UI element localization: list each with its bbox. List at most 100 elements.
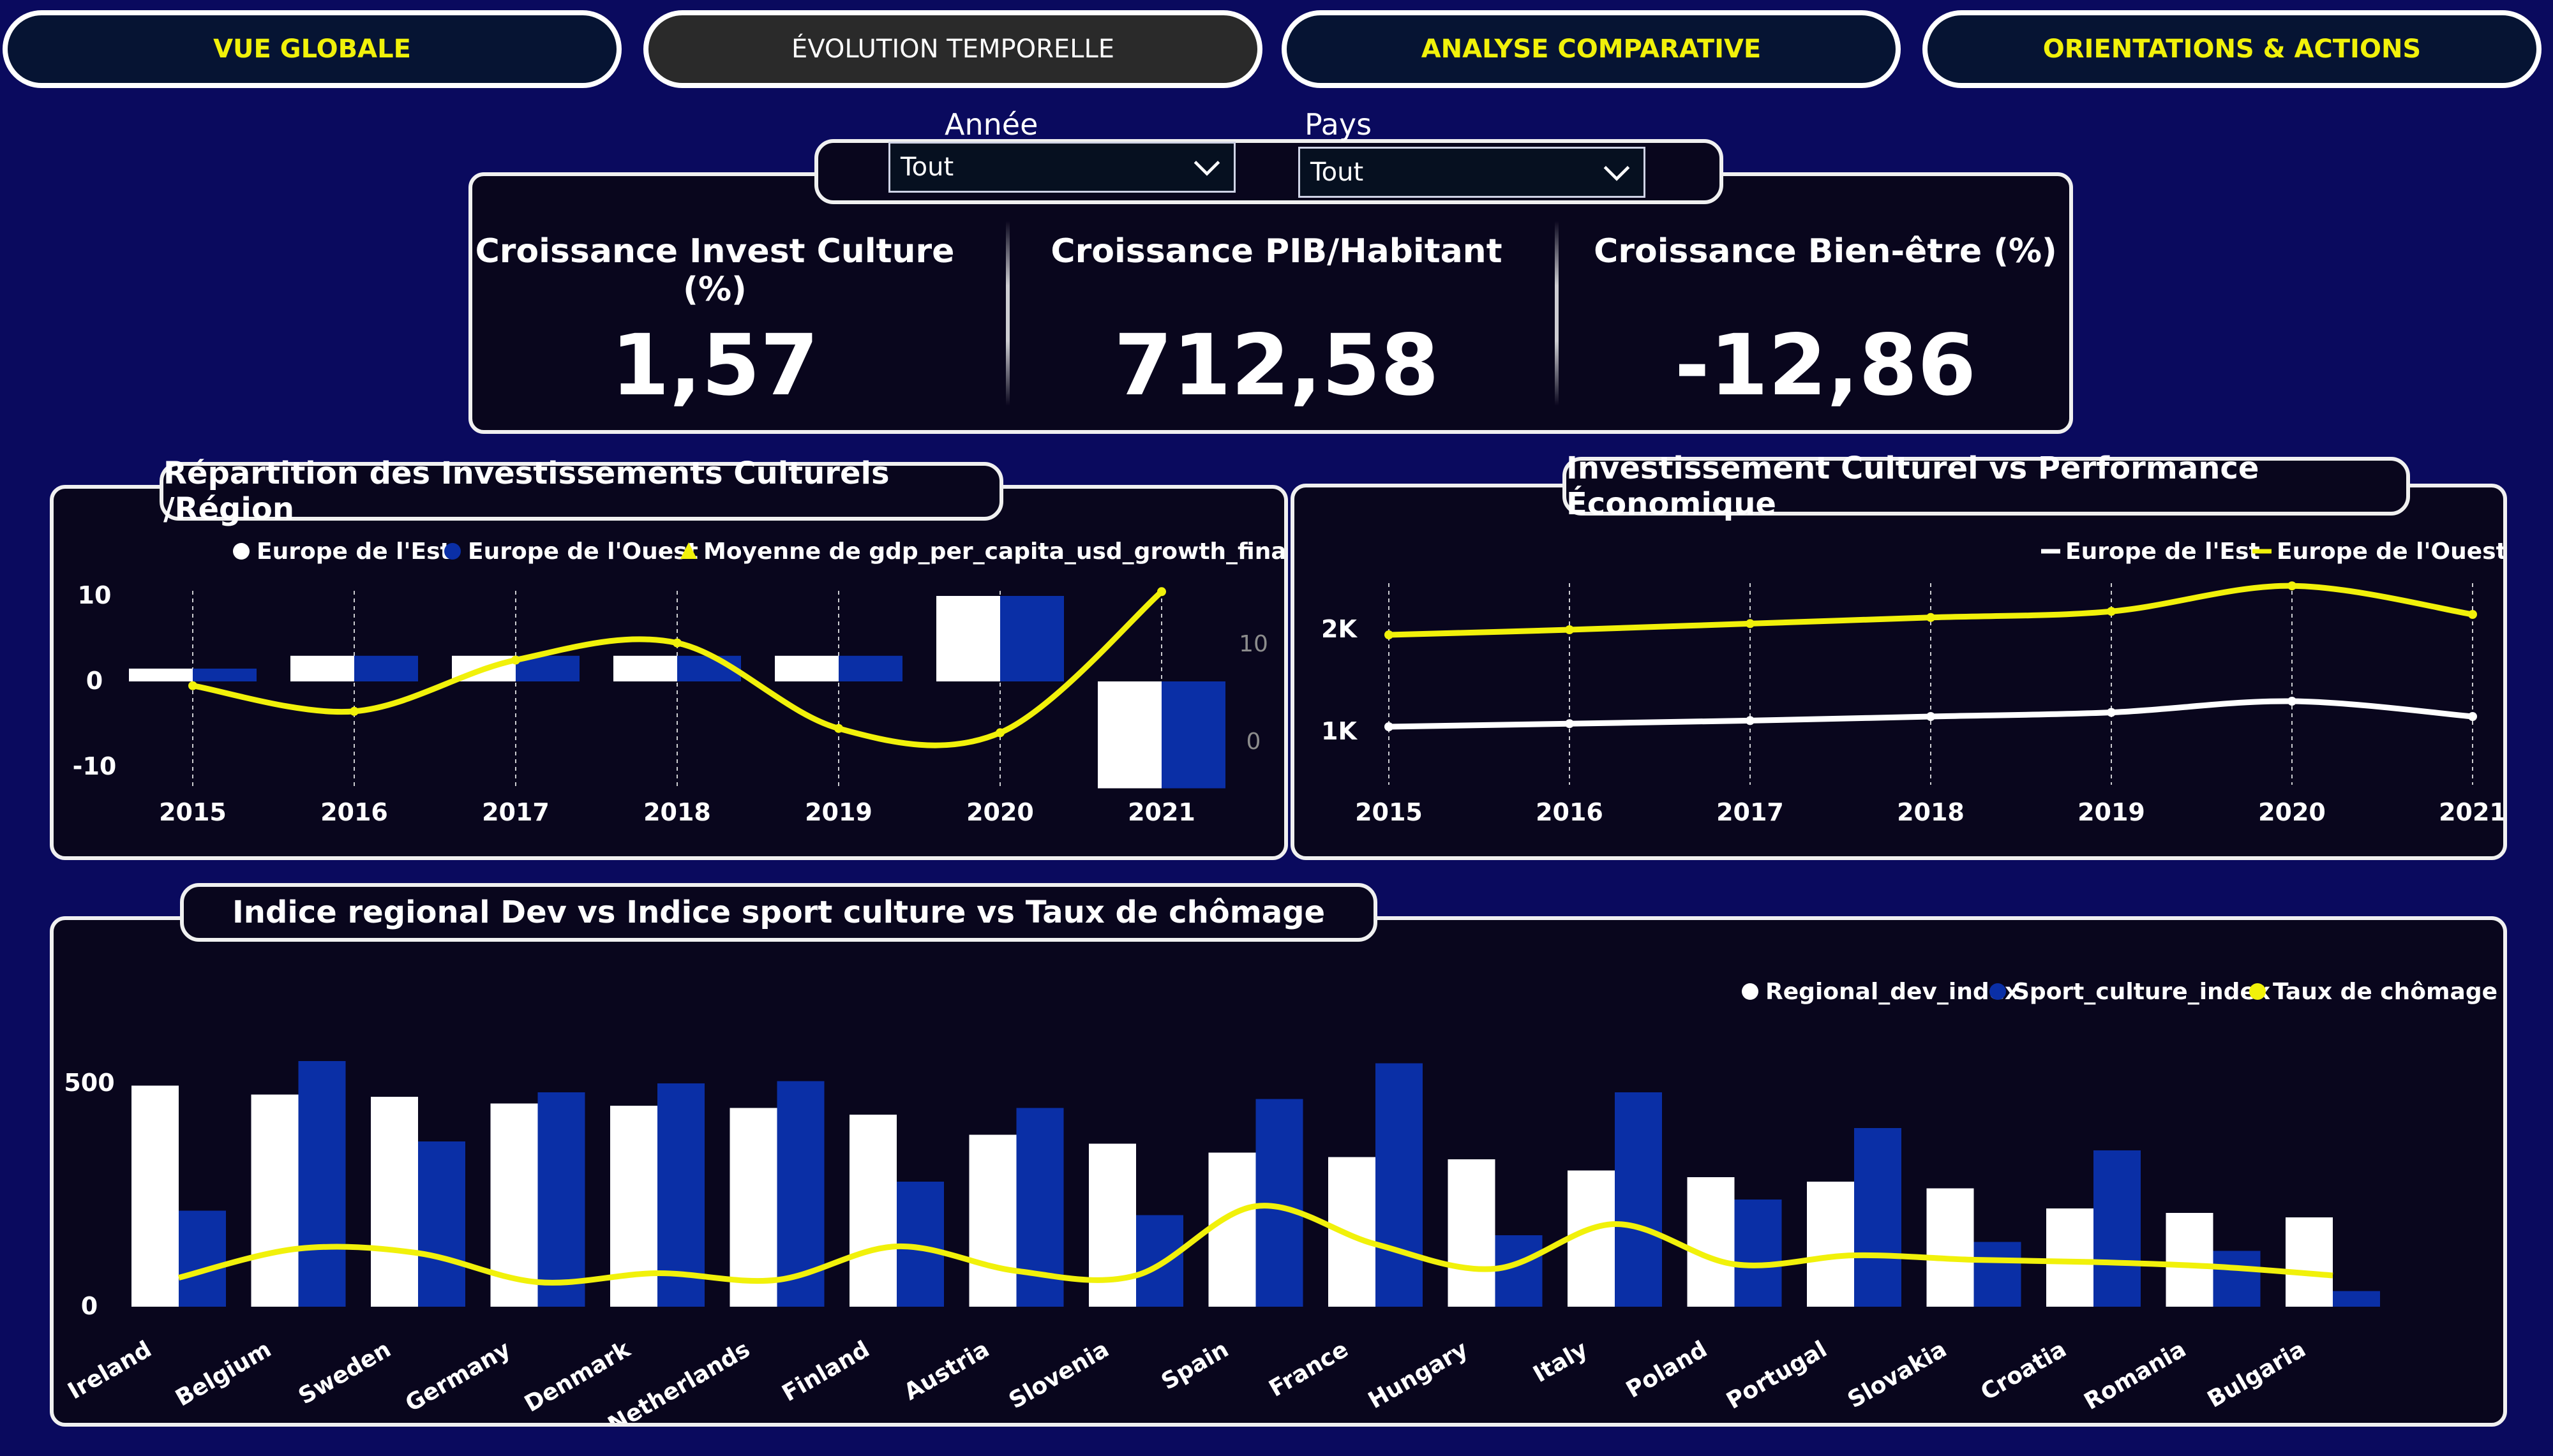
bar <box>129 668 193 681</box>
y2-tick-label: 10 <box>1239 631 1268 657</box>
y-tick-label: -10 <box>73 752 117 780</box>
kpi-separator <box>1006 221 1010 406</box>
legend-label: Moyenne de gdp_per_capita_usd_growth_fin… <box>703 539 1284 565</box>
x-tick-label: Spain <box>1157 1336 1233 1395</box>
line-point <box>350 706 359 716</box>
kpi-wellbeing-value: -12,86 <box>1674 316 1977 415</box>
legend-label: Europe de l'Est <box>2065 539 2260 565</box>
year-dropdown[interactable]: Tout <box>888 142 1236 193</box>
tab-vue-globale[interactable]: VUE GLOBALE <box>3 10 622 88</box>
country-dropdown-value: Tout <box>1310 158 1364 187</box>
chart-invest-economy-title: Investissement Culturel vs Performance É… <box>1562 450 2410 522</box>
x-tick-label: Slovakia <box>1843 1336 1951 1413</box>
legend-label: Europe de l'Ouest <box>468 539 698 565</box>
legend-label: Europe de l'Est <box>257 539 451 565</box>
bar <box>1807 1182 1854 1307</box>
tab-orientations-actions[interactable]: ORIENTATIONS & ACTIONS <box>1922 10 2542 88</box>
x-tick-label: Austria <box>900 1336 994 1406</box>
y-tick-label: 0 <box>86 667 103 695</box>
bar <box>1448 1159 1495 1307</box>
x-tick-label: 2020 <box>966 798 1034 826</box>
kpi-gdp-title: Croissance PIB/Habitant <box>1051 232 1502 271</box>
legend-marker <box>444 543 461 560</box>
bar <box>775 655 839 681</box>
x-tick-label: 2021 <box>1128 798 1195 826</box>
bar <box>193 668 257 681</box>
bar <box>290 655 354 681</box>
y-tick-label: 0 <box>81 1292 98 1320</box>
bar <box>2333 1291 2380 1307</box>
kpi-separator <box>1555 221 1559 406</box>
line-point <box>188 681 197 690</box>
bar <box>850 1115 897 1307</box>
line-point <box>1565 719 1574 729</box>
bar <box>537 1092 585 1307</box>
bar <box>1687 1177 1735 1307</box>
legend-label: Taux de chômage <box>2273 979 2497 1005</box>
x-tick-label: Slovenia <box>1005 1336 1113 1414</box>
country-dropdown[interactable]: Tout <box>1298 147 1645 198</box>
year-dropdown-value: Tout <box>901 152 954 182</box>
legend-marker <box>1989 983 2006 1000</box>
y-tick-label: 10 <box>78 581 112 609</box>
kpi-gdp-value: 712,58 <box>1114 316 1439 415</box>
legend-label: Europe de l'Ouest <box>2277 539 2503 565</box>
x-tick-label: Ireland <box>64 1336 156 1404</box>
tab-evolution-temporelle[interactable]: ÉVOLUTION TEMPORELLE <box>643 10 1262 88</box>
bar <box>298 1061 346 1307</box>
bar <box>1615 1092 1662 1307</box>
bar <box>1098 681 1162 789</box>
chart-invest-region-panel: 2015 2016 2017 2018 2019 2020 2021 10 0 -10 10 0 Eur… <box>50 485 1288 860</box>
x-tick-label: Italy <box>1529 1336 1592 1388</box>
chart-invest-economy-panel: 2015 2016 2017 2018 2019 2020 2021 2K 1K Europe d… <box>1291 484 2507 860</box>
x-tick-label: 2017 <box>1716 798 1784 826</box>
chart-invest-region-title: Répartition des Investissements Culturel… <box>160 456 1003 527</box>
bar <box>1162 681 1225 789</box>
x-tick-label: 2018 <box>643 798 711 826</box>
line-point <box>2287 697 2296 706</box>
x-tick-label: Bulgaria <box>2203 1336 2310 1413</box>
line-point <box>834 724 843 733</box>
bar <box>1734 1200 1782 1307</box>
filter-country-label: Pays <box>1305 107 1372 142</box>
x-tick-label: Denmark <box>520 1336 635 1418</box>
y2-tick-label: 0 <box>1247 729 1261 755</box>
x-tick-label: 2021 <box>2439 798 2503 826</box>
line-point <box>1157 587 1166 597</box>
line-point <box>2287 581 2296 591</box>
bar <box>1136 1215 1183 1307</box>
x-tick-label: Hungary <box>1364 1336 1472 1414</box>
bar <box>2286 1217 2333 1307</box>
legend-marker <box>233 543 250 560</box>
y-tick-label: 2K <box>1321 615 1358 643</box>
x-tick-label: France <box>1264 1336 1352 1402</box>
line-point <box>2107 607 2116 616</box>
chart-invest-region: 2015 2016 2017 2018 2019 2020 2021 10 0 -10 10 0 Eur… <box>73 539 1284 826</box>
bar <box>354 655 418 681</box>
chevron-down-icon <box>1189 150 1225 192</box>
bar <box>131 1085 179 1307</box>
kpi-invest-value: 1,57 <box>611 316 819 415</box>
bar <box>730 1108 777 1307</box>
bar <box>1328 1157 1375 1307</box>
bar <box>1926 1188 1974 1307</box>
bar <box>839 655 902 681</box>
bar <box>1208 1152 1256 1307</box>
chart-regional-index: Ireland Belgium Sweden Germany DenmarkNether… <box>64 979 2497 1423</box>
x-tick-label: 2015 <box>159 798 227 826</box>
bar <box>969 1134 1017 1307</box>
x-tick-label: 2019 <box>805 798 872 826</box>
kpi-panel: Croissance Invest Culture (%) 1,57 Crois… <box>468 172 2073 434</box>
x-tick-label: 2017 <box>482 798 550 826</box>
kpi-wellbeing-title: Croissance Bien-être (%) <box>1594 232 2057 271</box>
bar <box>371 1097 418 1307</box>
tab-analyse-comparative[interactable]: ANALYSE COMPARATIVE <box>1282 10 1901 88</box>
bar <box>2213 1251 2261 1307</box>
x-tick-label: Romania <box>2080 1336 2190 1415</box>
x-tick-label: Germany <box>401 1336 515 1417</box>
legend-marker <box>2249 983 2266 1000</box>
line-point <box>2468 712 2477 721</box>
line-point <box>1565 625 1574 634</box>
line-point <box>1746 619 1755 628</box>
kpi-invest-title: Croissance Invest Culture (%) <box>475 232 955 309</box>
